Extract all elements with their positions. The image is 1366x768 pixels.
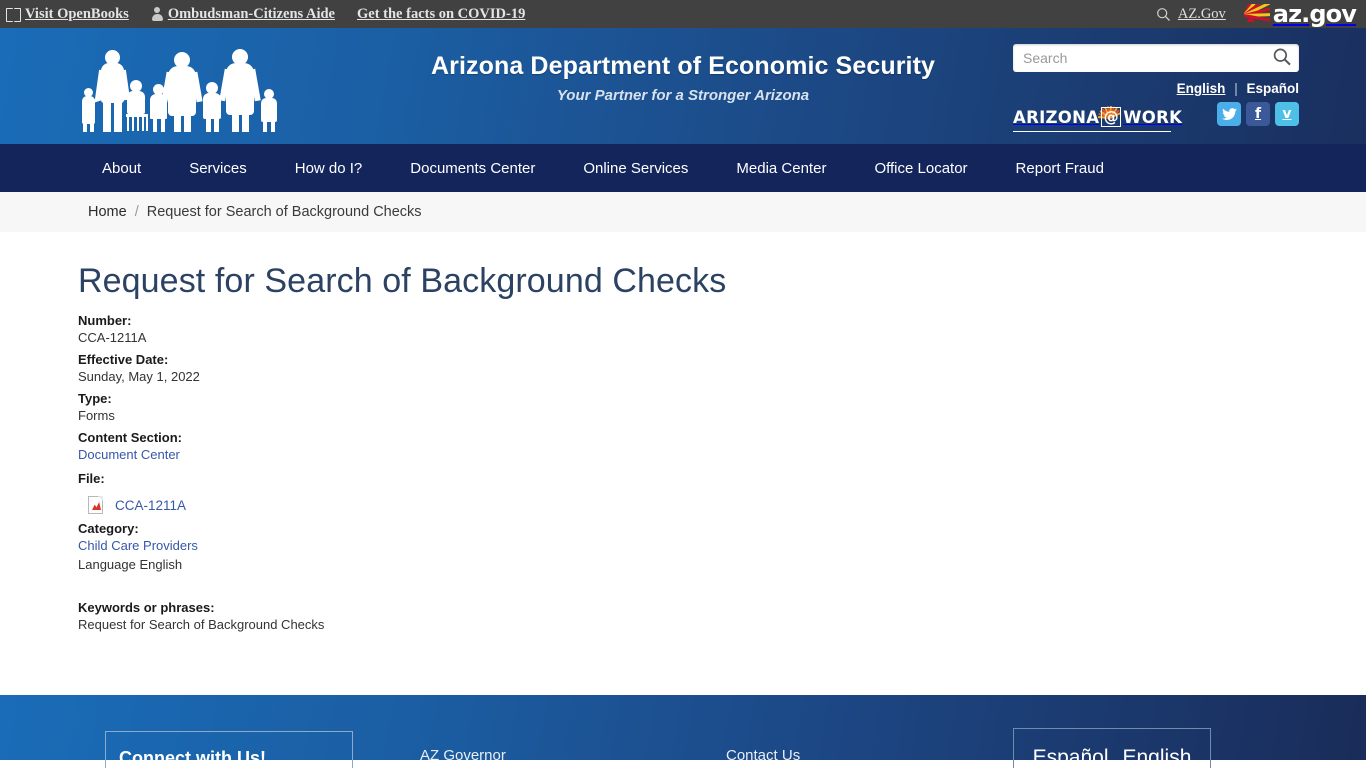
file-download-link[interactable]: CCA-1211A [115,498,186,513]
azwork-at-symbol: @ [1103,108,1119,126]
azgov-search-label: AZ.Gov [1177,5,1226,22]
breadcrumb-home-link[interactable]: Home [88,204,127,220]
category-label: Category: [78,521,139,536]
page-title: Request for Search of Background Checks [78,262,727,300]
keywords-block: Keywords or phrases: Request for Search … [78,600,1366,632]
nav-item-report-fraud[interactable]: Report Fraud [992,144,1128,192]
azgov-wordmark: az.gov [1272,0,1357,28]
type-label: Type: [78,391,112,406]
azwork-part1: ARIZONA [1013,107,1100,127]
azgov-logo-link[interactable]: az.gov [1243,0,1357,28]
search-icon [1156,7,1170,21]
footer-link-az-governor[interactable]: AZ Governor [420,747,506,764]
footer-language-spanish[interactable]: Español [1033,746,1109,768]
connect-with-us-box: Connect with Us! [105,731,353,768]
covid-facts-label: Get the facts on COVID-19 [357,5,526,22]
effective-date-label: Effective Date: [78,352,169,367]
breadcrumb: Home / Request for Search of Background … [0,192,1366,232]
keywords-label: Keywords or phrases: [78,600,215,615]
state-bar-right: AZ.Gov az.gov [1156,0,1357,28]
content-section-link[interactable]: Document Center [78,447,180,462]
state-bar-links: Visit OpenBooks Ombudsman-Citizens Aide … [6,6,525,23]
facebook-f-glyph: f [1254,106,1262,122]
pdf-mark-glyph [92,502,101,510]
nav-item-services[interactable]: Services [165,144,271,192]
azwork-wordmark: ARIZONA @ WORK [1013,105,1183,128]
header-right-panel: English | Español ARIZONA [1013,44,1299,132]
ombudsman-label: Ombudsman-Citizens Aide [167,5,335,22]
site-footer: Connect with Us! AZ Governor Contact Us … [0,695,1366,768]
connect-with-us-title: Connect with Us! [119,748,266,768]
twitter-bird-glyph [1221,107,1237,120]
language-english-link[interactable]: English [1177,81,1226,96]
footer-language-box: Español English [1013,728,1211,768]
search-icon [1273,48,1291,66]
state-top-bar: Visit OpenBooks Ombudsman-Citizens Aide … [0,0,1366,28]
person-icon [151,6,164,22]
language-spanish-link[interactable]: Español [1246,81,1299,96]
content-section-label: Content Section: [78,430,182,445]
nav-item-how-do-i[interactable]: How do I? [271,144,387,192]
language-value: Language English [78,557,183,572]
keywords-value: Request for Search of Background Checks [78,617,325,632]
search-submit-button[interactable] [1271,47,1293,69]
footer-language-english[interactable]: English [1123,746,1192,768]
breadcrumb-current: Request for Search of Background Checks [146,204,422,220]
nav-item-office-locator[interactable]: Office Locator [850,144,991,192]
covid-facts-link[interactable]: Get the facts on COVID-19 [357,6,525,23]
arizona-flag-icon [1243,4,1270,24]
nav-item-online-services[interactable]: Online Services [559,144,712,192]
type-value: Forms [78,408,115,423]
family-silhouette-logo[interactable] [78,40,290,132]
language-separator: | [1234,81,1238,96]
category-link[interactable]: Child Care Providers [78,538,198,553]
nav-item-media-center[interactable]: Media Center [712,144,850,192]
number-label: Number: [78,313,132,328]
file-row: CCA-1211A [78,496,1366,514]
azwork-underline [1013,130,1171,132]
ombudsman-link[interactable]: Ombudsman-Citizens Aide [151,6,335,23]
arizona-at-work-logo[interactable]: ARIZONA @ WORK [1013,102,1182,132]
book-icon [6,8,21,22]
breadcrumb-separator: / [134,204,139,220]
nav-item-documents-center[interactable]: Documents Center [386,144,559,192]
social-links: f v [1217,102,1299,126]
pdf-file-icon [88,496,103,514]
visit-openbooks-label: Visit OpenBooks [25,5,129,22]
effective-date-value: Sunday, May 1, 2022 [78,369,200,384]
azwork-part2: WORK [1123,107,1183,127]
facebook-icon[interactable]: f [1246,102,1270,126]
main-navigation: About Services How do I? Documents Cente… [0,144,1366,192]
azwork-and-social-row: ARIZONA @ WORK f v [1013,102,1299,132]
header-search [1013,44,1299,72]
twitter-icon[interactable] [1217,102,1241,126]
number-value: CCA-1211A [78,330,147,345]
file-label: File: [78,471,105,486]
nav-item-about[interactable]: About [78,144,165,192]
site-header: Arizona Department of Economic Security … [0,28,1366,144]
language-switcher: English | Español [1013,81,1299,96]
vimeo-v-glyph: v [1282,106,1292,122]
search-input[interactable] [1013,44,1299,72]
main-content: Request for Search of Background Checks … [0,232,1366,695]
visit-openbooks-link[interactable]: Visit OpenBooks [6,6,129,23]
vimeo-icon[interactable]: v [1275,102,1299,126]
azgov-search-link[interactable]: AZ.Gov [1156,6,1226,23]
sunburst-icon: @ [1098,105,1122,128]
footer-link-contact-us[interactable]: Contact Us [726,747,800,764]
copper-star-icon [1246,15,1255,22]
